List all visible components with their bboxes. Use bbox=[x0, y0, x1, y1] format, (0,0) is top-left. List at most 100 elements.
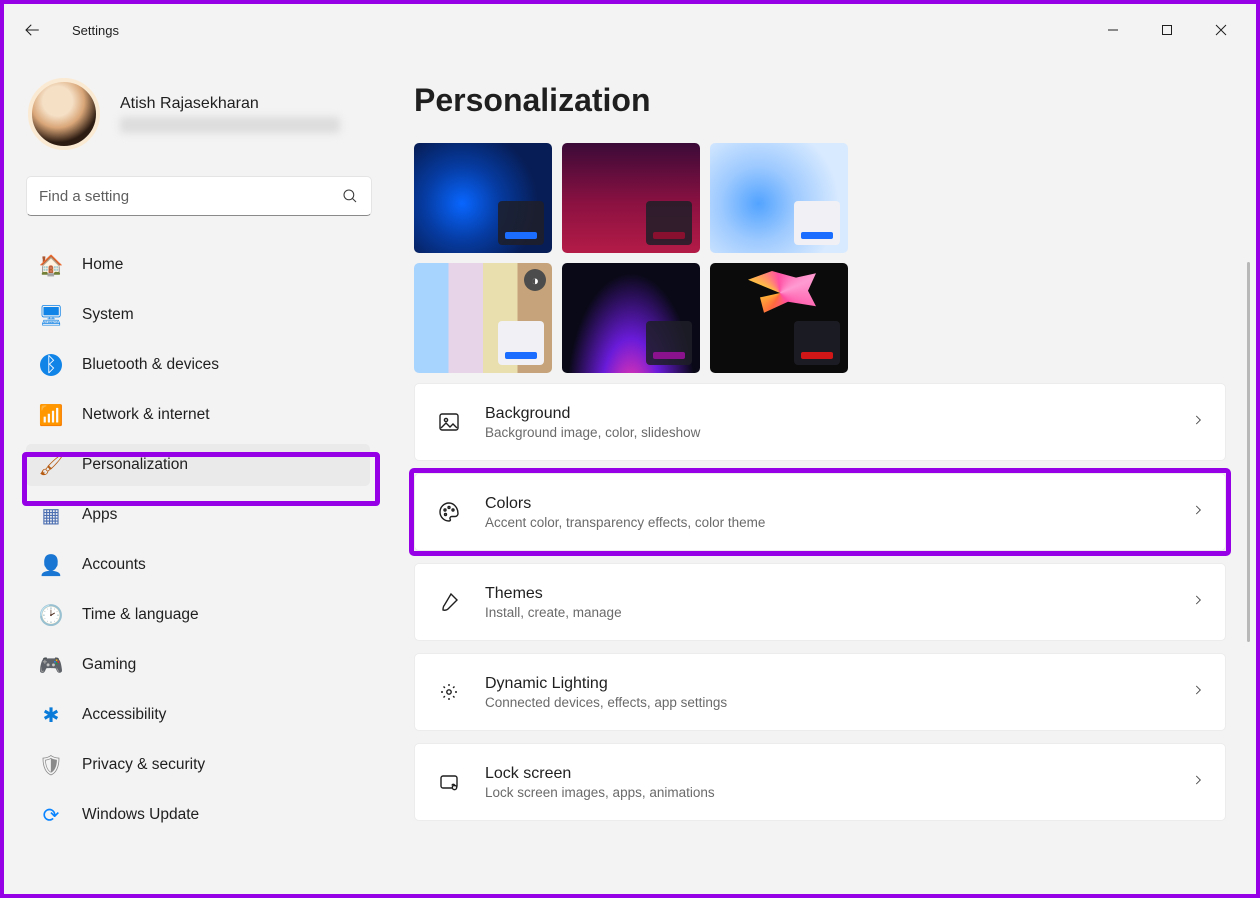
privacy-security-icon: 🛡 bbox=[40, 754, 62, 776]
time-language-icon: 🕑 bbox=[40, 604, 62, 626]
card-lock-screen[interactable]: Lock screen Lock screen images, apps, ani… bbox=[414, 743, 1226, 821]
contrast-badge-icon: ◑ bbox=[524, 269, 546, 291]
sidebar: Atish Rajasekharan 🏠Home 🖥 System ᛒ Bluetoot… bbox=[4, 56, 384, 894]
theme-taskbar-preview bbox=[498, 201, 544, 245]
theme-thumbnail[interactable] bbox=[562, 263, 700, 373]
sparkle-icon bbox=[435, 678, 463, 706]
sidebar-item-time-language[interactable]: 🕑 Time & language bbox=[26, 594, 370, 636]
sidebar-item-gaming[interactable]: 🎮 Gaming bbox=[26, 644, 370, 686]
gaming-icon: 🎮 bbox=[40, 654, 62, 676]
card-title: Lock screen bbox=[485, 765, 1191, 783]
card-title: Background bbox=[485, 405, 1191, 423]
card-dynamic-lighting[interactable]: Dynamic Lighting Connected devices, effec… bbox=[414, 653, 1226, 731]
sidebar-item-label: Accessibility bbox=[82, 706, 166, 724]
sidebar-item-personalization[interactable]: 🖌 Personalization bbox=[26, 444, 370, 486]
scrollbar[interactable] bbox=[1247, 262, 1250, 642]
home-icon: 🏠 bbox=[40, 254, 62, 276]
theme-accent-bar bbox=[505, 232, 537, 239]
chevron-right-icon bbox=[1191, 503, 1205, 522]
personalization-icon: 🖌 bbox=[40, 454, 62, 476]
minimize-button[interactable] bbox=[1086, 10, 1140, 50]
chevron-right-icon bbox=[1191, 413, 1205, 432]
card-title: Colors bbox=[485, 495, 1191, 513]
chevron-right-icon bbox=[1191, 683, 1205, 702]
accessibility-icon: ✱ bbox=[40, 704, 62, 726]
settings-cards: Background Background image, color, slide… bbox=[414, 383, 1226, 821]
card-subtitle: Lock screen images, apps, animations bbox=[485, 785, 1191, 800]
theme-accent-bar bbox=[801, 352, 833, 359]
card-title: Themes bbox=[485, 585, 1191, 603]
sidebar-item-privacy-security[interactable]: 🛡 Privacy & security bbox=[26, 744, 370, 786]
image-icon bbox=[435, 408, 463, 436]
search-box[interactable] bbox=[26, 176, 372, 216]
sidebar-item-home[interactable]: 🏠Home bbox=[26, 244, 370, 286]
sidebar-item-accounts[interactable]: 👤 Accounts bbox=[26, 544, 370, 586]
sidebar-item-network-internet[interactable]: 📶 Network & internet bbox=[26, 394, 370, 436]
theme-thumbnail[interactable] bbox=[710, 143, 848, 253]
maximize-icon bbox=[1161, 24, 1173, 36]
sidebar-item-accessibility[interactable]: ✱ Accessibility bbox=[26, 694, 370, 736]
accounts-icon: 👤 bbox=[40, 554, 62, 576]
palette-icon bbox=[435, 498, 463, 526]
nav-list: 🏠Home 🖥 System ᛒ Bluetooth & devices 📶 Network… bbox=[26, 244, 370, 836]
card-subtitle: Install, create, manage bbox=[485, 605, 1191, 620]
page-title: Personalization bbox=[414, 82, 1226, 119]
sidebar-item-bluetooth-devices[interactable]: ᛒ Bluetooth & devices bbox=[26, 344, 370, 386]
theme-taskbar-preview bbox=[646, 201, 692, 245]
user-name: Atish Rajasekharan bbox=[120, 95, 340, 113]
main-content: Personalization ◑ Background Background i… bbox=[384, 56, 1256, 894]
sidebar-item-label: Privacy & security bbox=[82, 756, 205, 774]
search-input[interactable] bbox=[39, 188, 341, 205]
sidebar-item-label: Apps bbox=[82, 506, 117, 524]
sidebar-item-label: Windows Update bbox=[82, 806, 199, 824]
theme-accent-bar bbox=[801, 232, 833, 239]
sidebar-item-label: Personalization bbox=[82, 456, 188, 474]
network-internet-icon: 📶 bbox=[40, 404, 62, 426]
annotation-highlight-card: Colors Accent color, transparency effects… bbox=[409, 468, 1231, 556]
close-button[interactable] bbox=[1194, 10, 1248, 50]
theme-taskbar-preview bbox=[794, 201, 840, 245]
sidebar-item-windows-update[interactable]: ⟳Windows Update bbox=[26, 794, 370, 836]
theme-thumbnail[interactable] bbox=[414, 143, 552, 253]
sidebar-item-label: Bluetooth & devices bbox=[82, 356, 219, 374]
chevron-right-icon bbox=[1191, 593, 1205, 612]
card-subtitle: Background image, color, slideshow bbox=[485, 425, 1191, 440]
apps-icon: ▦ bbox=[40, 504, 62, 526]
bluetooth-devices-icon: ᛒ bbox=[40, 354, 62, 376]
sidebar-item-label: Gaming bbox=[82, 656, 136, 674]
card-colors[interactable]: Colors Accent color, transparency effects… bbox=[414, 473, 1226, 551]
window-controls bbox=[1086, 10, 1248, 50]
minimize-icon bbox=[1107, 24, 1119, 36]
theme-taskbar-preview bbox=[646, 321, 692, 365]
sidebar-item-label: System bbox=[82, 306, 134, 324]
back-button[interactable] bbox=[12, 10, 52, 50]
card-subtitle: Connected devices, effects, app settings bbox=[485, 695, 1191, 710]
lock-icon bbox=[435, 768, 463, 796]
back-arrow-icon bbox=[23, 21, 41, 39]
theme-thumbnail[interactable] bbox=[710, 263, 848, 373]
sidebar-item-label: Accounts bbox=[82, 556, 146, 574]
sidebar-item-system[interactable]: 🖥 System bbox=[26, 294, 370, 336]
maximize-button[interactable] bbox=[1140, 10, 1194, 50]
theme-thumbnail[interactable]: ◑ bbox=[414, 263, 552, 373]
window-title: Settings bbox=[72, 23, 119, 38]
theme-taskbar-preview bbox=[794, 321, 840, 365]
card-background[interactable]: Background Background image, color, slide… bbox=[414, 383, 1226, 461]
card-subtitle: Accent color, transparency effects, colo… bbox=[485, 515, 1191, 530]
card-title: Dynamic Lighting bbox=[485, 675, 1191, 693]
system-icon: 🖥 bbox=[40, 304, 62, 326]
theme-accent-bar bbox=[505, 352, 537, 359]
chevron-right-icon bbox=[1191, 773, 1205, 792]
user-email-blurred bbox=[120, 117, 340, 133]
sidebar-item-label: Time & language bbox=[82, 606, 199, 624]
sidebar-item-label: Network & internet bbox=[82, 406, 210, 424]
theme-accent-bar bbox=[653, 232, 685, 239]
close-icon bbox=[1215, 24, 1227, 36]
titlebar: Settings bbox=[4, 4, 1256, 56]
card-themes[interactable]: Themes Install, create, manage bbox=[414, 563, 1226, 641]
sidebar-item-apps[interactable]: ▦ Apps bbox=[26, 494, 370, 536]
theme-thumbnail[interactable] bbox=[562, 143, 700, 253]
brush-icon bbox=[435, 588, 463, 616]
user-block[interactable]: Atish Rajasekharan bbox=[26, 78, 370, 150]
search-icon bbox=[341, 187, 359, 205]
